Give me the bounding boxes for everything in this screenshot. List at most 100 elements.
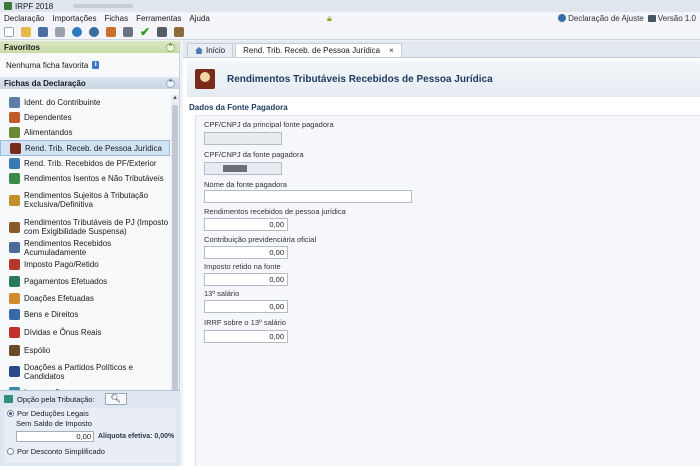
favoritos-title: Favoritos [4,42,41,52]
calculator-icon[interactable] [157,26,168,37]
irrf-decimo-terceiro-field[interactable]: 0,00 [204,330,288,343]
exempt-income-icon [9,173,20,184]
fichas-title: Fichas da Declaração [4,78,86,88]
menu-fichas[interactable]: Fichas [101,14,133,23]
sidebar-item[interactable]: Dependentes [0,110,170,125]
sidebar-item-label: Alimentandos [24,128,73,137]
nome-fonte-field[interactable] [204,190,412,203]
page-title: Rendimentos Tributáveis Recebidos de Pes… [227,73,493,85]
cpf-cnpj-field[interactable] [204,162,282,175]
cpf-cnpj-principal-field[interactable] [204,132,282,145]
tab-inicio[interactable]: Início [187,43,234,57]
sidebar-item-label: Dívidas e Ônus Reais [24,327,102,337]
sidebar-item-label: Bens e Direitos [24,310,79,319]
sidebar-item[interactable]: Rendimentos Sujeitos à Tributação Exclus… [0,186,170,214]
info-icon[interactable]: i [92,61,100,69]
fonte-pagadora-form: CPF/CNPJ da principal fonte pagadora CPF… [195,115,700,466]
open-folder-icon[interactable] [21,26,31,37]
radio-deducoes-icon[interactable] [7,409,14,417]
tab-rend-trib-pj-label: Rend. Trib. Receb. de Pessoa Jurídica [243,46,381,55]
sidebar-item[interactable]: Dívidas e Ônus Reais [0,323,170,341]
sidebar-item-label: Espólio [24,345,51,355]
contribuicao-previdenciaria-field[interactable]: 0,00 [204,246,288,259]
radio-deducoes-legais[interactable]: Por Deduções Legais [4,408,176,418]
declaracao-ajuste-label: Declaração de Ajuste [568,13,644,23]
radio-simplificado-icon[interactable] [7,447,14,455]
debts-icon [9,326,20,338]
sidebar-item[interactable]: Imposto Pago/Retido [0,255,170,273]
sidebar-item[interactable]: Rendimentos Tributáveis de PJ (Imposto c… [0,214,170,240]
window-title: IRPF 2018 [15,1,54,11]
sidebar-item-label: Rend. Trib. Recebidos de PF/Exterior [24,159,157,168]
new-document-icon[interactable] [4,26,14,37]
tab-rend-trib-pj[interactable]: Rend. Trib. Receb. de Pessoa Jurídica × [235,43,402,57]
sidebar-item[interactable]: Doações a Partidos Políticos e Candidato… [0,359,170,384]
scroll-up-icon[interactable]: ▲ [171,95,179,103]
menu-declaracao[interactable]: Declaração [0,14,48,23]
payments-icon [9,276,20,287]
app-icon [4,2,12,10]
cpf-cnpj-label: CPF/CNPJ da fonte pagadora [204,150,304,159]
imposto-retido-field[interactable]: 0,00 [204,273,288,286]
accumulated-income-icon [9,242,20,253]
fichas-header[interactable]: Fichas da Declaração ⌃ [0,77,179,89]
trash-icon[interactable] [55,26,65,37]
help-book-icon[interactable] [174,26,185,37]
sidebar-item[interactable]: Rendimentos Isentos e Não Tributáveis [0,171,170,186]
menu-ajuda[interactable]: Ajuda [185,14,213,23]
version-info[interactable]: Versão 1.0 [647,14,696,23]
close-tab-icon[interactable]: × [389,46,394,55]
suspended-tax-icon [9,221,20,233]
search-button[interactable]: 🔍︎ [104,393,127,405]
tab-inicio-label: Início [206,46,226,55]
save-icon[interactable] [38,26,48,37]
favoritos-header[interactable]: Favoritos ⌃ [0,41,179,53]
lock-icon[interactable]: 🔒︎ [327,13,332,24]
transmit-icon[interactable] [72,26,82,37]
opcao-title: Opção pela Tributação: [17,394,95,404]
sidebar-item[interactable]: Rend. Trib. Receb. de Pessoa Jurídica [0,140,170,156]
collapse-fichas-icon[interactable]: ⌃ [166,78,175,88]
decimo-terceiro-label: 13º salário [204,289,240,298]
political-donations-icon [9,366,20,377]
favoritos-empty-row: Nenhuma ficha favorita i [0,53,179,77]
collapse-favoritos-icon[interactable]: ⌃ [166,42,175,52]
sidebar-item[interactable]: Alimentandos [0,125,170,140]
verify-check-icon[interactable]: ✔ [140,26,150,38]
company-income-icon [10,142,21,154]
dependents-icon [9,112,20,123]
sidebar-item[interactable]: Doações Efetuadas [0,290,170,306]
rendimentos-pj-field[interactable]: 0,00 [204,218,288,231]
company-income-icon [195,69,215,89]
alimentandos-icon [9,127,20,138]
id-card-icon [9,97,20,108]
sem-saldo-text: Sem Saldo de Imposto [16,419,92,428]
decimo-terceiro-field[interactable]: 0,00 [204,300,288,313]
radio-desconto-simplificado[interactable]: Por Desconto Simplificado [4,446,176,456]
scroll-thumb[interactable] [172,105,178,415]
sidebar-item-label: Rend. Trib. Receb. de Pessoa Jurídica [25,143,162,153]
home-icon [195,47,203,54]
sidebar-item[interactable]: Ident. do Contribuinte [0,95,170,110]
sidebar-item[interactable]: Rend. Trib. Recebidos de PF/Exterior [0,156,170,171]
saldo-value: 0,00 [16,430,94,442]
page-header: Rendimentos Tributáveis Recebidos de Pes… [187,61,700,97]
person-income-icon [9,158,20,169]
menu-ferramentas[interactable]: Ferramentas [132,14,185,23]
darf-icon[interactable] [106,26,116,37]
redacted-cpf-block [223,165,247,172]
favoritos-empty-text: Nenhuma ficha favorita [6,60,89,70]
sidebar-item[interactable]: Bens e Direitos [0,306,170,323]
print-icon[interactable] [123,26,133,37]
sidebar-item[interactable]: Pagamentos Efetuados [0,273,170,290]
menu-importacoes[interactable]: Importações [48,14,100,23]
receive-icon[interactable] [89,26,99,37]
aliquota-efetiva: Alíquota efetiva: 0,00% [98,432,175,440]
sidebar-item[interactable]: Rendimentos Recebidos Acumuladamente [0,239,170,257]
tributacao-icon [4,395,13,403]
contribuicao-previdenciaria-label: Contribuição previdenciária oficial [204,235,317,244]
declaracao-ajuste-link[interactable]: Declaração de Ajuste [558,14,644,23]
donations-icon [9,292,20,304]
sidebar-scrollbar[interactable]: ▲ ▼ [171,95,179,431]
sidebar-item[interactable]: Espólio [0,341,170,359]
